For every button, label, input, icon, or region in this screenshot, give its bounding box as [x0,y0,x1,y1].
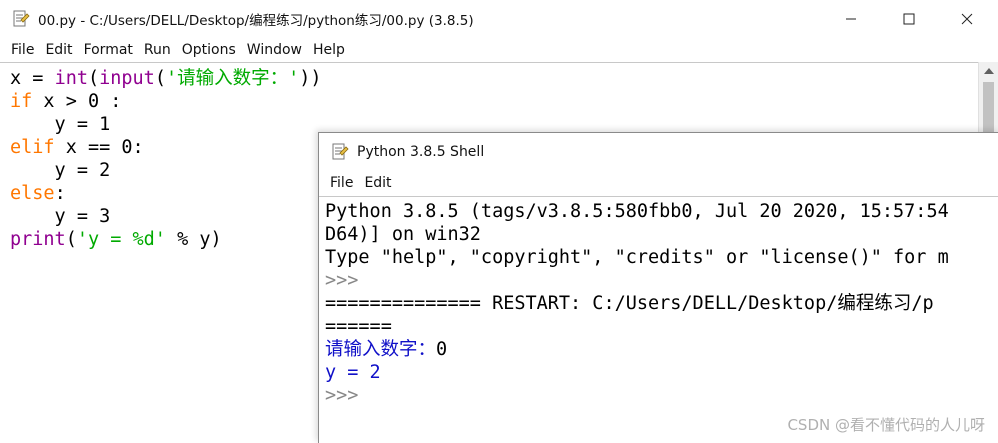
shell-line-text: Type "help", "copyright", "credits" or "… [325,247,949,268]
code-line: elif x == 0: [10,136,322,159]
code-text: x = int(input('请输入数字：')) if x > 0 : y = 1… [10,67,322,251]
code-line: x = int(input('请输入数字：')) [10,67,322,90]
idle-file-icon [13,10,30,27]
code-token: )) [299,68,322,89]
editor-menu-edit[interactable]: Edit [45,42,72,58]
shell-menubar: File Edit [319,171,998,195]
code-token: elif [10,137,55,158]
shell-input-value: 0 [436,339,448,360]
code-line: if x > 0 : [10,90,322,113]
code-token: x > 0 : [32,91,122,112]
code-token: y = 1 [10,114,111,135]
shell-text: Python 3.8.5 (tags/v3.8.5:580fbb0, Jul 2… [325,200,949,407]
editor-menu-help[interactable]: Help [313,42,345,58]
code-token: y = 3 [10,206,111,227]
code-token: y = 2 [10,160,111,181]
code-token: 'y = %d' [76,229,166,250]
code-token: ( [87,68,100,89]
editor-titlebar[interactable]: 00.py - C:/Users/DELL/Desktop/编程练习/pytho… [0,0,998,38]
shell-line: ====== [325,315,949,338]
shell-titlebar[interactable]: Python 3.8.5 Shell [319,133,998,171]
code-line: y = 1 [10,113,322,136]
editor-menu-file[interactable]: File [11,42,34,58]
maximize-icon [903,13,915,25]
shell-menu-edit[interactable]: Edit [364,175,391,191]
code-token: x = [10,68,55,89]
code-token: ( [154,68,166,89]
code-token: x == 0: [54,137,144,158]
minimize-icon [846,18,856,20]
code-token: print [10,229,66,250]
code-token: ( [65,229,77,250]
code-token: '请输入数字：' [165,68,300,89]
editor-menu-run[interactable]: Run [144,42,171,58]
shell-line: y = 2 [325,361,949,384]
shell-output[interactable]: Python 3.8.5 (tags/v3.8.5:580fbb0, Jul 2… [319,196,998,443]
python-shell-icon [332,143,349,160]
code-token: % y) [165,229,222,250]
editor-menu-options[interactable]: Options [182,42,236,58]
code-token: : [54,183,66,204]
editor-menu-window[interactable]: Window [247,42,302,58]
code-token: int [54,68,88,89]
shell-line: 请输入数字：0 [325,338,949,361]
watermark: CSDN @看不懂代码的人儿呀 [787,416,985,434]
code-token: input [99,68,155,89]
code-line: else: [10,182,322,205]
close-button[interactable] [942,0,992,38]
editor-menu-format[interactable]: Format [84,42,133,58]
code-token: if [10,91,33,112]
shell-line: Type "help", "copyright", "credits" or "… [325,246,949,269]
shell-title: Python 3.8.5 Shell [357,144,485,160]
close-icon [961,13,973,25]
maximize-button[interactable] [884,0,934,38]
shell-line: D64)] on win32 [325,223,949,246]
editor-menubar: File Edit Format Run Options Window Help [0,38,998,62]
code-token: else [10,183,55,204]
shell-line-text: ====== [325,316,392,337]
code-line: y = 2 [10,159,322,182]
shell-prompt: >>> [325,270,359,291]
shell-line: >>> [325,269,949,292]
code-line: print('y = %d' % y) [10,228,322,251]
shell-line-text: ============== RESTART: C:/Users/DELL/De… [325,293,934,314]
shell-line-text: D64)] on win32 [325,224,481,245]
shell-menu-file[interactable]: File [330,175,353,191]
code-line: y = 3 [10,205,322,228]
shell-line-text: 请输入数字： [325,339,437,360]
minimize-button[interactable] [826,0,876,38]
shell-window: Python 3.8.5 Shell File Edit Python 3.8.5… [318,132,998,443]
shell-line-text: Python 3.8.5 (tags/v3.8.5:580fbb0, Jul 2… [325,201,949,222]
shell-line: ============== RESTART: C:/Users/DELL/De… [325,292,949,315]
shell-line: Python 3.8.5 (tags/v3.8.5:580fbb0, Jul 2… [325,200,949,223]
shell-prompt: >>> [325,385,359,406]
scroll-up-icon[interactable] [984,68,994,74]
shell-line: >>> [325,384,949,407]
shell-line-text: y = 2 [325,362,381,383]
editor-title: 00.py - C:/Users/DELL/Desktop/编程练习/pytho… [38,13,474,29]
